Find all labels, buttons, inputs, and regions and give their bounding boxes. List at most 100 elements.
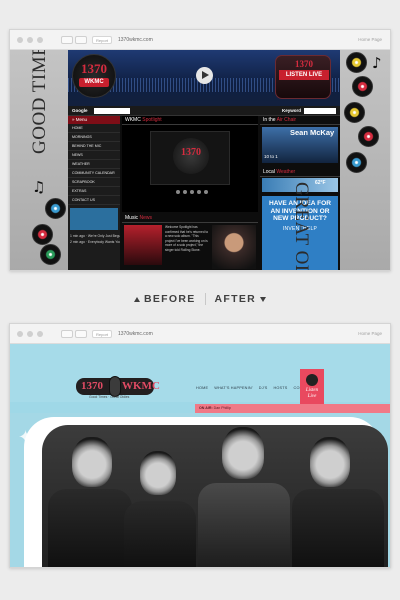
listen-live-button[interactable]: 1370 LISTEN LIVE — [275, 55, 331, 99]
right-decor-panel: ♪ GREAT OL — [291, 50, 390, 270]
music-news-photo[interactable] — [212, 225, 256, 269]
arrow-up-icon — [133, 296, 140, 302]
nav-buttons[interactable] — [61, 36, 87, 44]
temperature: 62°F — [315, 180, 326, 186]
record-icon — [358, 126, 379, 147]
nav-whats-happenin[interactable]: WHAT'S HAPPENIN' — [214, 386, 253, 390]
menu-item-calendar[interactable]: COMMUNITY CALENDAR — [68, 169, 120, 178]
home-page-link[interactable]: Home Page — [358, 36, 382, 44]
band-photo-cutout — [24, 417, 388, 567]
listen-number: 1370 — [295, 59, 313, 69]
menu-heading: » Menu — [68, 116, 120, 124]
weather-title: Weather — [276, 169, 296, 175]
nav-djs[interactable]: DJ'S — [259, 386, 268, 390]
address-bar[interactable]: 1370wkmc.com — [118, 330, 153, 338]
record-icon — [346, 52, 367, 73]
air-title: Air Chair — [276, 117, 297, 123]
band-member — [288, 433, 388, 567]
nav-home[interactable]: HOME — [196, 386, 208, 390]
nav-buttons[interactable] — [61, 330, 87, 338]
music-prefix: Music — [125, 215, 139, 221]
before-after-labels: BEFORE AFTER — [0, 292, 400, 306]
before-label: BEFORE — [143, 293, 196, 305]
left-decor-panel: GOOD TIMES ♫ — [10, 50, 68, 270]
menu-item-weather[interactable]: WEATHER — [68, 160, 120, 169]
browser-toolbar: Report 1370wkmc.com Home Page — [10, 30, 390, 50]
weather-widget[interactable] — [70, 208, 118, 230]
weather-heading: Local Weather — [260, 168, 340, 177]
spotlight-logo-number: 1370 — [181, 147, 201, 158]
logo-callsign: WKMC — [79, 78, 109, 87]
station-logo[interactable]: 1370 WKMC Good Times · Great Oldies — [76, 376, 160, 399]
home-page-link[interactable]: Home Page — [358, 330, 382, 338]
record-icon — [346, 152, 367, 173]
url-tag: Report — [92, 330, 113, 338]
music-note-icon: ♫ — [32, 178, 46, 196]
spotlight-prefix: WKMC — [125, 117, 141, 123]
menu-item-scrapbook[interactable]: SCRAPBOOK — [68, 178, 120, 187]
spotlight-heading: WKMC Spotlight — [122, 116, 258, 125]
record-icon — [40, 244, 61, 265]
on-air-label: ON AIR: — [199, 406, 213, 410]
main-nav: HOME WHAT'S HAPPENIN' DJ'S HOSTS CONTACT — [196, 386, 313, 390]
old-website: GOOD TIMES ♫ 1370 WKMC 1370 LISTEN LIVE … — [10, 50, 390, 270]
menu-item-contact[interactable]: CONTACT US — [68, 196, 120, 205]
google-search-input[interactable] — [94, 108, 130, 114]
on-air-host: Dan Phillip — [213, 406, 231, 410]
spotlight-slide[interactable]: 1370 — [150, 131, 230, 185]
weather-prefix: Local — [263, 169, 275, 175]
band-member — [42, 433, 132, 567]
site-header: 1370 WKMC Good Times · Great Oldies HOME… — [10, 344, 390, 404]
nav-hosts[interactable]: HOSTS — [273, 386, 287, 390]
site-header: 1370 WKMC 1370 LISTEN LIVE — [68, 50, 340, 106]
play-icon[interactable] — [196, 67, 213, 84]
music-title: News — [139, 215, 152, 221]
menu-item-news[interactable]: NEWS — [68, 151, 120, 160]
search-bar: Google Keyword — [68, 106, 340, 116]
music-news-image[interactable] — [124, 225, 162, 265]
dj-time: 10 to 1 — [264, 154, 278, 159]
great-oldies-text: GREAT OL — [291, 182, 313, 271]
record-icon — [45, 198, 66, 219]
listen-live-label: Listen Live — [305, 388, 319, 399]
url-tag: Report — [92, 36, 113, 44]
menu-item-mornings[interactable]: MORNINGS — [68, 133, 120, 142]
menu-item-behind-mic[interactable]: BEHIND THE MIC — [68, 142, 120, 151]
air-prefix: In the — [263, 117, 276, 123]
label-divider — [204, 293, 206, 305]
window-controls[interactable] — [17, 37, 43, 43]
menu-title: Menu — [75, 117, 88, 122]
air-chair-section: In the Air Chair Sean McKay 10 to 1 — [260, 116, 340, 166]
on-air-text: ON AIR: Dan Phillip — [199, 406, 231, 410]
address-bar[interactable]: 1370wkmc.com — [118, 36, 153, 44]
logo-number: 1370 — [81, 380, 103, 392]
slider-dots[interactable] — [176, 190, 208, 194]
keyword-search-input[interactable] — [304, 108, 336, 114]
record-icon — [32, 224, 53, 245]
logo-tagline: Good Times · Great Oldies — [89, 395, 130, 399]
music-news-section: Music News Welcome Spotlight has confirm… — [122, 214, 258, 270]
listen-live-button[interactable]: Listen Live — [300, 369, 324, 404]
news-item[interactable]: 2 min ago · Everybody Wants You — [68, 239, 120, 245]
dj-name: Sean McKay — [290, 128, 335, 137]
new-website: 1370 WKMC Good Times · Great Oldies HOME… — [10, 344, 390, 567]
window-controls[interactable] — [17, 331, 43, 337]
logo-number: 1370 — [81, 61, 107, 76]
band-photo — [42, 425, 388, 567]
menu-item-home[interactable]: HOME — [68, 124, 120, 133]
record-icon — [306, 374, 318, 386]
browser-toolbar: Report 1370wkmc.com Home Page — [10, 324, 390, 344]
on-air-bar: ON AIR: Dan Phillip — [195, 404, 390, 413]
menu-item-extras[interactable]: EXTRAS — [68, 187, 120, 196]
google-label: Google — [72, 108, 88, 113]
spotlight-title: Spotlight — [142, 117, 162, 123]
microphone-icon — [109, 376, 121, 397]
after-label: AFTER — [214, 293, 257, 305]
music-news-heading: Music News — [122, 214, 258, 223]
music-note-icon: ♪ — [372, 54, 382, 72]
keyword-label: Keyword — [282, 108, 302, 113]
good-times-text: GOOD TIMES — [29, 50, 50, 154]
before-browser-window: Report 1370wkmc.com Home Page GOOD TIMES… — [9, 29, 391, 271]
band-member — [192, 425, 292, 567]
band-member — [120, 443, 200, 567]
